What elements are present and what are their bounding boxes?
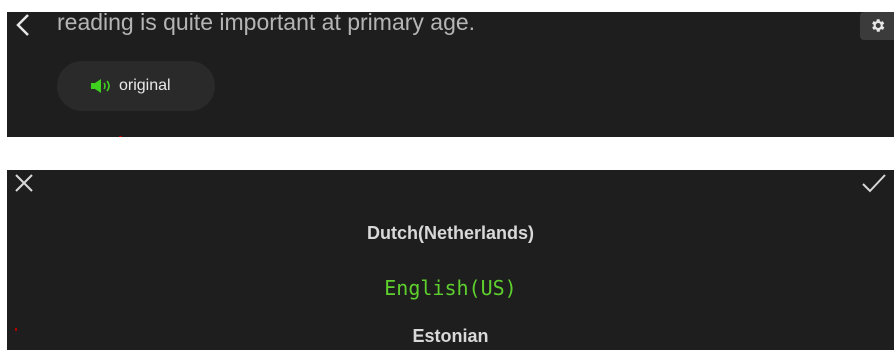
close-button[interactable] bbox=[13, 172, 35, 194]
check-icon bbox=[862, 174, 886, 193]
confirm-button[interactable] bbox=[860, 172, 888, 194]
original-label: original bbox=[119, 77, 171, 94]
reader-panel: reading is quite important at primary ag… bbox=[7, 9, 894, 137]
chevron-left-icon bbox=[16, 14, 29, 36]
language-option-dutch[interactable]: Dutch(Netherlands) bbox=[7, 223, 894, 244]
play-original-button[interactable]: original bbox=[57, 61, 215, 111]
red-mark bbox=[15, 328, 17, 331]
language-option-english-selected[interactable]: English(US) bbox=[7, 276, 894, 300]
reading-sentence: reading is quite important at primary ag… bbox=[57, 9, 476, 35]
language-option-estonian[interactable]: Estonian bbox=[7, 326, 894, 347]
speaker-icon bbox=[91, 79, 110, 93]
back-button[interactable] bbox=[13, 12, 33, 38]
close-icon bbox=[15, 174, 33, 192]
language-picker-panel: Dutch(Netherlands) English(US) Estonian bbox=[7, 170, 894, 350]
settings-button[interactable] bbox=[860, 12, 894, 40]
red-mark bbox=[119, 136, 122, 137]
gear-icon bbox=[872, 19, 885, 32]
